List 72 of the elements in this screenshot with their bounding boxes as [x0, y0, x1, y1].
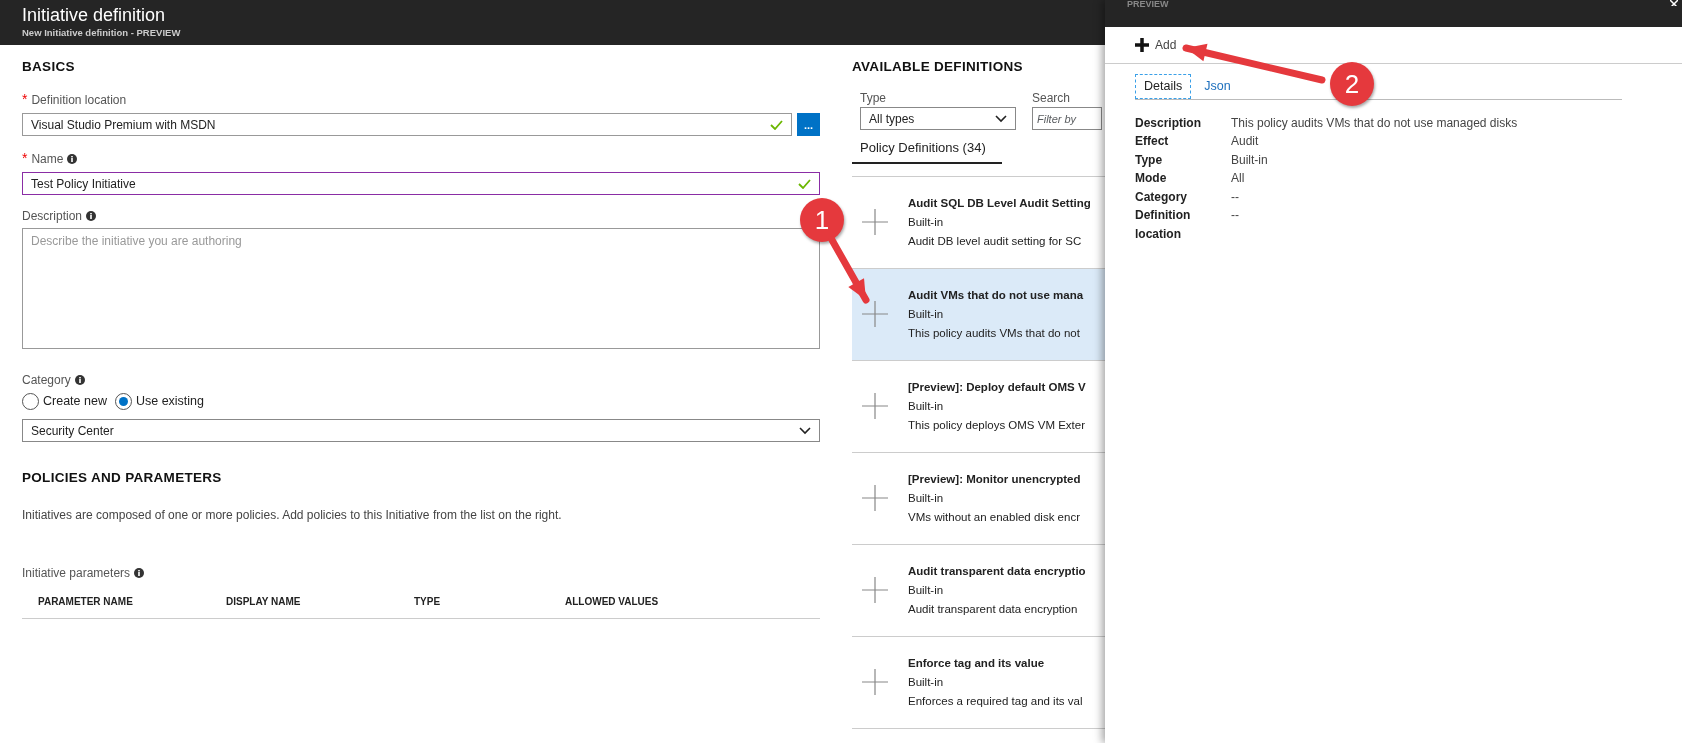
type-dropdown[interactable]: All types: [860, 107, 1016, 131]
definition-type: Built-in: [908, 674, 945, 690]
field-label: Category: [22, 372, 71, 390]
filter-label: Type: [860, 90, 887, 108]
definition-item[interactable]: Audit VMs that do not use mana Built-in This policy audits VMs that do not: [852, 268, 1105, 361]
plus-icon: [862, 577, 888, 604]
detail-value: This policy audits VMs that do not use managed disks: [1231, 114, 1518, 132]
plus-icon: [1135, 38, 1149, 52]
search-field[interactable]: Filter by: [1032, 107, 1102, 131]
detail-key: Definition location: [1135, 206, 1233, 244]
plus-icon: [862, 301, 888, 328]
definition-description: This policy audits VMs that do not: [908, 325, 1081, 341]
definition-type: Built-in: [908, 582, 945, 598]
definition-description: VMs without an enabled disk encr: [908, 509, 1081, 525]
detail-key: Category: [1135, 187, 1233, 207]
detail-value: Built-in: [1231, 151, 1268, 169]
required-mark: *: [22, 149, 28, 169]
detail-value: --: [1231, 188, 1239, 206]
chevron-down-icon: [799, 426, 811, 435]
browse-button[interactable]: ...: [797, 113, 820, 137]
definition-title: Enforce tag and its value: [908, 655, 1046, 671]
section-heading: BASICS: [22, 58, 76, 76]
detail-value: All: [1231, 170, 1245, 188]
column-header: TYPE: [414, 595, 442, 610]
definition-type: Built-in: [908, 398, 945, 414]
add-button[interactable]: Add: [1135, 36, 1177, 54]
callout-badge: 1: [800, 198, 844, 242]
description-text: Initiatives are composed of one or more policies. Add policies to this Initiative from the list on the right.: [22, 507, 563, 525]
definition-title: Audit VMs that do not use mana: [908, 287, 1084, 303]
field-label: Definition location: [31, 91, 127, 109]
panel-tab[interactable]: Details: [1135, 74, 1192, 99]
column-header: ALLOWED VALUES: [565, 595, 660, 610]
page-subtitle: New Initiative definition - PREVIEW: [22, 26, 182, 40]
definition-title: Audit transparent data encryptio: [908, 563, 1086, 579]
definition-description: Enforces a required tag and its val: [908, 693, 1083, 709]
location-field[interactable]: Visual Studio Premium with MSDN: [22, 113, 792, 137]
radio-label: Use existing: [135, 393, 205, 411]
category-dropdown[interactable]: Security Center: [22, 419, 820, 442]
panel-tab[interactable]: Json: [1195, 74, 1240, 99]
definition-type: Built-in: [908, 214, 945, 230]
plus-icon: [862, 393, 888, 420]
plus-icon: [862, 209, 888, 236]
close-icon[interactable]: [1670, 0, 1678, 6]
definition-type: Built-in: [908, 306, 945, 322]
definition-description: This policy deploys OMS VM Exter: [908, 417, 1086, 433]
detail-value: Audit: [1231, 133, 1259, 151]
list-tab[interactable]: Policy Definitions (34): [852, 134, 1002, 164]
plus-icon: [862, 485, 888, 512]
filter-label: Search: [1032, 90, 1072, 108]
column-header: DISPLAY NAME: [226, 595, 302, 610]
page-title: Initiative definition: [22, 4, 167, 26]
field-label: Name: [31, 150, 64, 168]
section-heading: POLICIES AND PARAMETERS: [22, 469, 223, 487]
definition-type: Built-in: [908, 490, 945, 506]
detail-key: Description: [1135, 113, 1233, 133]
section-heading: AVAILABLE DEFINITIONS: [852, 58, 1024, 76]
name-field[interactable]: Test Policy Initiative: [22, 172, 820, 196]
plus-icon: [862, 669, 888, 696]
definition-title: [Preview]: Deploy default OMS V: [908, 379, 1086, 395]
definition-title: Audit SQL DB Level Audit Setting: [908, 195, 1091, 211]
chevron-down-icon: [995, 114, 1007, 123]
required-mark: *: [22, 90, 28, 110]
column-header: PARAMETER NAME: [38, 595, 134, 610]
detail-value: --: [1231, 207, 1239, 225]
definition-description: Audit transparent data encryption: [908, 601, 1079, 617]
definition-title: [Preview]: Monitor unencrypted: [908, 471, 1081, 487]
field-label: Description: [22, 208, 83, 226]
field-label: Initiative parameters: [22, 565, 131, 583]
detail-key: Type: [1135, 150, 1233, 170]
radio-label: Create new: [43, 393, 107, 411]
definition-description: Audit DB level audit setting for SC: [908, 233, 1083, 249]
panel-title: PREVIEW: [1127, 0, 1169, 11]
